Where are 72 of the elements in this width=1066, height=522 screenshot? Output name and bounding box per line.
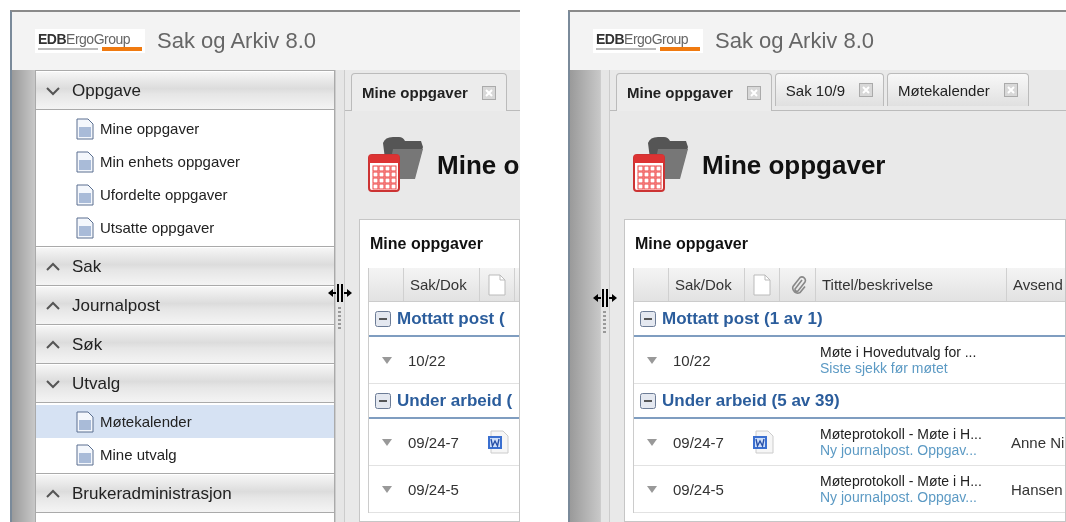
sender-name: Hansen [1011,480,1064,498]
case-number: 09/24-7 [408,433,460,451]
collapse-icon[interactable] [640,392,656,409]
sidebar-item[interactable]: Møtekalender [36,405,334,438]
close-icon[interactable] [746,85,761,100]
resize-cursor-icon [593,289,617,307]
sender-name: Anne Ni [1011,433,1066,451]
row-expander-icon[interactable] [381,438,392,446]
close-icon[interactable] [481,85,496,100]
document-icon [76,410,94,433]
close-icon[interactable] [859,83,874,97]
panel-title: Mine oppgaver [369,234,484,254]
sidebar-section-header[interactable]: Sak [36,247,334,286]
column-header[interactable]: Avsend [1007,268,1066,301]
sidebar-section-header[interactable]: Søk [36,325,334,364]
grip-icon [338,306,341,332]
document-icon [76,117,94,140]
grip-icon [603,310,606,336]
logo: EDBErgoGroup [593,29,703,53]
chevron-down-icon [46,378,60,389]
chevron-up-icon [46,300,60,311]
sidebar-section-header[interactable]: Journalpost [36,286,334,325]
chevron-up-icon [46,261,60,272]
row-expander-icon[interactable] [381,356,392,364]
case-number: 09/24-7 [673,433,725,451]
case-number: 10/22 [408,351,447,369]
row-expander-icon[interactable] [646,485,657,493]
row-expander-icon[interactable] [646,356,657,364]
case-number: 09/24-5 [673,480,725,498]
sidebar-section-header[interactable]: Brukeradministrasjon [36,474,334,513]
sidebar-section-header[interactable]: Utvalg [36,364,334,403]
chevron-up-icon [46,488,60,499]
collapse-icon[interactable] [375,310,391,327]
page-title: Mine o [437,149,520,181]
group-label: Under arbeid (5 av 39) [662,390,840,411]
task-title: Møteprotokoll - Møte i H... [820,473,983,489]
tab[interactable]: Møtekalender [887,73,1029,106]
tab[interactable]: Mine oppgaver [616,73,772,111]
close-icon[interactable] [1003,83,1018,97]
column-header[interactable]: Tittel/beskrivelse [816,268,1007,301]
group-label: Mottatt post ( [397,308,505,329]
page-title: Mine oppgaver [702,149,886,181]
tab[interactable]: Mine oppgaver [351,73,507,111]
sidebar-section-header[interactable]: Oppgave [36,71,334,110]
resize-cursor-icon [328,284,352,302]
tab[interactable]: Sak 10/9 [774,73,885,106]
collapse-icon[interactable] [640,310,656,327]
case-number: 10/22 [673,351,712,369]
chevron-down-icon [46,85,60,96]
logo: EDBErgoGroup [35,29,145,53]
column-header[interactable]: Sak/Dok [669,268,745,301]
case-number: 09/24-5 [408,480,460,498]
panel-title: Mine oppgaver [634,234,749,254]
row-expander-icon[interactable] [381,485,392,493]
group-label: Under arbeid ( [397,390,513,411]
task-title: Møte i Hovedutvalg for ... [820,344,978,360]
collapse-icon[interactable] [375,392,391,409]
word-document-icon[interactable] [486,430,509,454]
task-title: Møteprotokoll - Møte i H... [820,426,983,442]
document-icon[interactable] [488,273,506,296]
document-icon [76,443,94,466]
chevron-up-icon [46,339,60,350]
row-expander-icon[interactable] [646,438,657,446]
word-document-icon[interactable] [751,430,774,454]
group-label: Mottatt post (1 av 1) [662,308,823,329]
document-icon [76,150,94,173]
column-header[interactable]: Sak/Dok [404,268,480,301]
app-title: Sak og Arkiv 8.0 [715,28,874,54]
document-icon[interactable] [753,273,771,296]
app-title: Sak og Arkiv 8.0 [157,28,316,54]
document-icon [76,216,94,239]
document-icon [76,183,94,206]
